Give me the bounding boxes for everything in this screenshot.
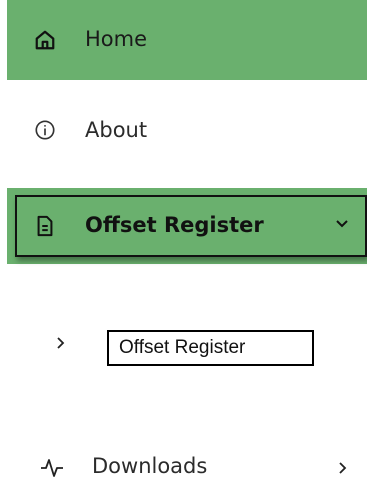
chevron-right-icon	[53, 335, 69, 351]
nav-item-downloads[interactable]: Downloads	[7, 452, 367, 484]
info-icon	[33, 118, 57, 142]
submenu-item-offset-register[interactable]: Offset Register	[0, 322, 367, 366]
nav-item-label: Home	[85, 27, 148, 51]
home-icon	[33, 28, 57, 52]
nav-item-label: Offset Register	[85, 213, 264, 237]
submenu-item-label[interactable]: Offset Register	[107, 330, 314, 366]
activity-icon	[40, 456, 64, 480]
nav-item-offset-register[interactable]: Offset Register	[7, 188, 367, 264]
nav-item-home[interactable]: Home	[7, 0, 367, 80]
document-icon	[33, 214, 57, 238]
nav-item-about[interactable]: About	[7, 110, 367, 150]
chevron-right-icon[interactable]	[335, 460, 351, 476]
nav-item-label: About	[85, 118, 148, 142]
nav-item-label: Downloads	[92, 454, 208, 478]
chevron-down-icon[interactable]	[334, 216, 350, 232]
